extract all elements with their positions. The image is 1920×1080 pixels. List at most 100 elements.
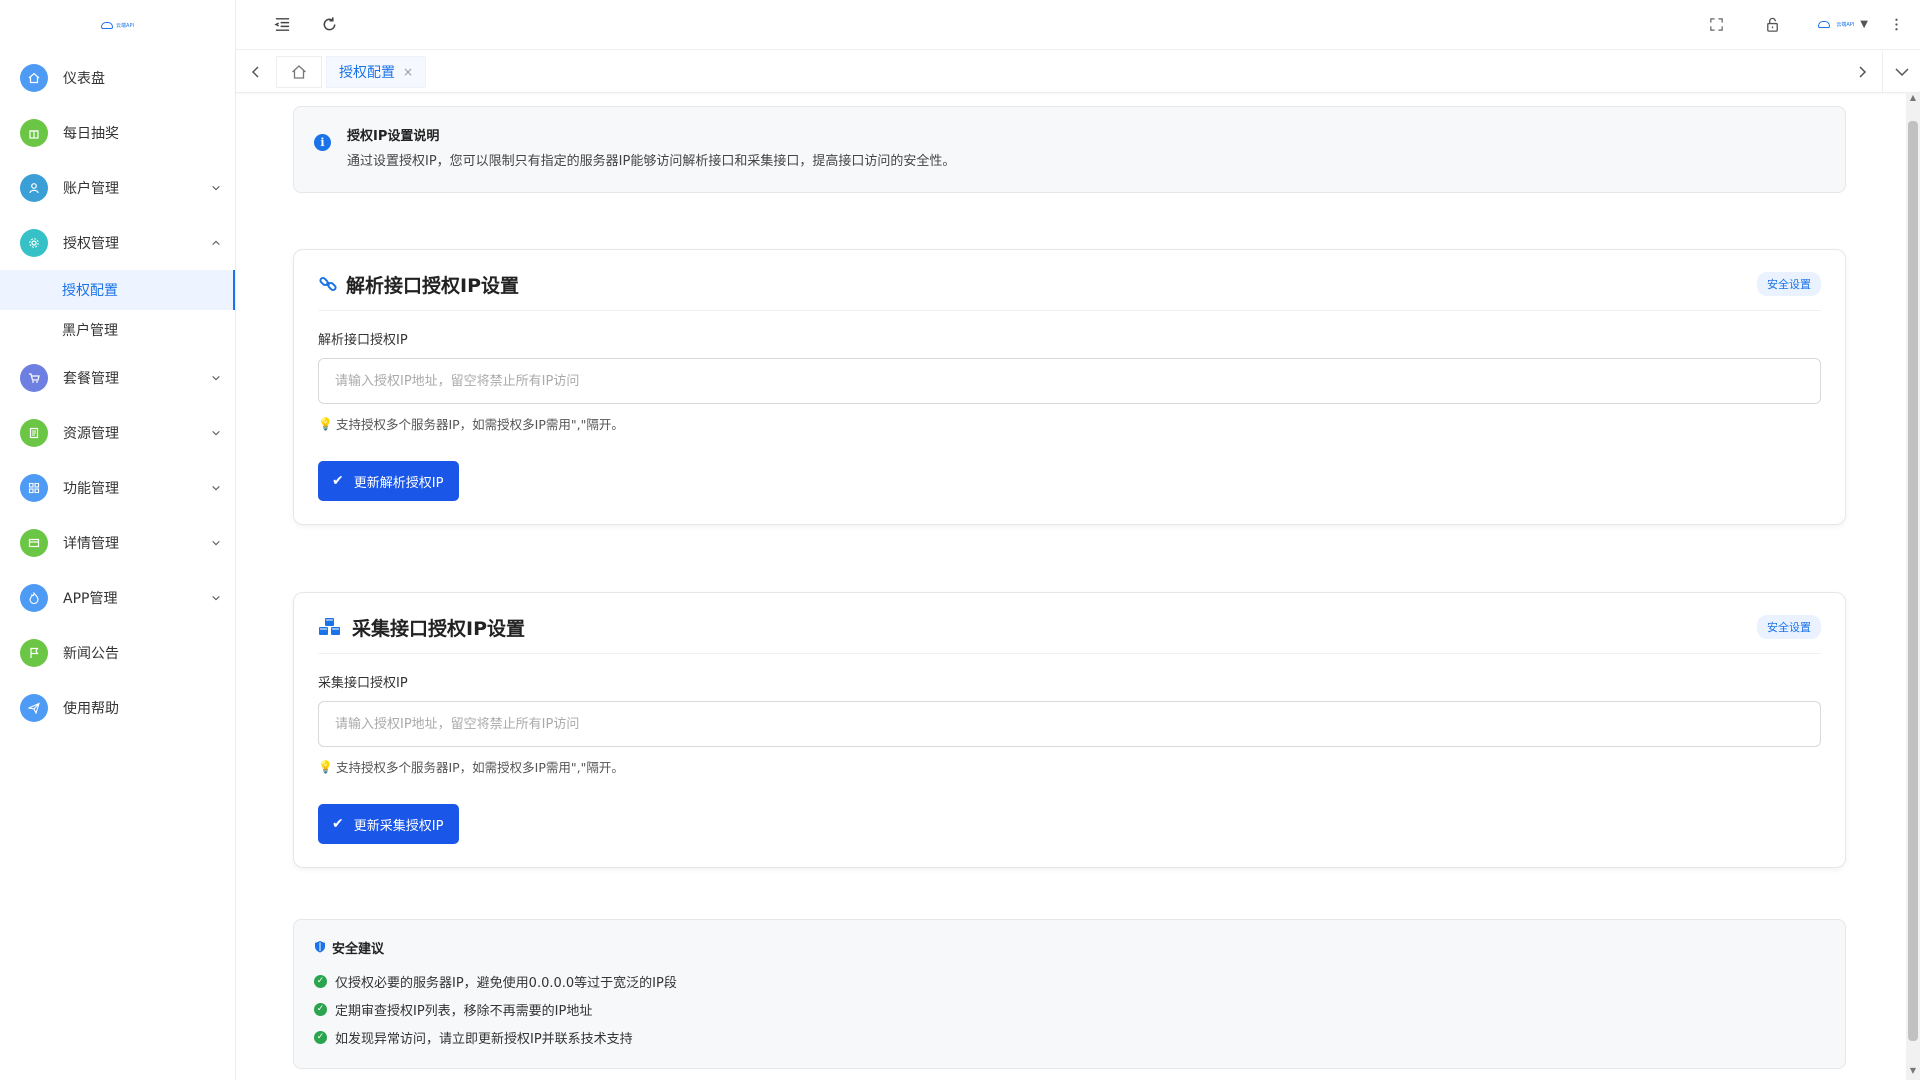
collect-ip-card: 采集接口授权IP设置 安全设置 采集接口授权IP 💡 支持授权多个服务器IP，如… bbox=[293, 592, 1846, 868]
scroll-down-arrow-icon[interactable]: ▼ bbox=[1906, 1066, 1920, 1080]
tip-text: 如发现异常访问，请立即更新授权IP并联系技术支持 bbox=[335, 1031, 633, 1047]
sidebar-item-label: 资源管理 bbox=[63, 425, 119, 442]
chevron-down-icon bbox=[211, 538, 221, 548]
tip-item: ✓ 如发现异常访问，请立即更新授权IP并联系技术支持 bbox=[314, 1023, 1825, 1051]
chevron-right-icon bbox=[1859, 65, 1867, 78]
tips-header: 安全建议 bbox=[314, 938, 1825, 957]
sidebar-item-news[interactable]: 新闻公告 bbox=[0, 625, 235, 680]
tabs-scroll-left-button[interactable] bbox=[236, 51, 276, 93]
chevron-down-icon bbox=[211, 373, 221, 383]
main-content: i 授权IP设置说明 通过设置授权IP，您可以限制只有指定的服务器IP能够访问解… bbox=[236, 93, 1906, 1080]
flag-icon bbox=[20, 638, 48, 667]
sidebar-item-authorization[interactable]: 授权管理 bbox=[0, 215, 235, 270]
sidebar-subitem-blacklist[interactable]: 黑户管理 bbox=[0, 310, 235, 350]
lock-screen-button[interactable] bbox=[1754, 7, 1790, 43]
more-button[interactable] bbox=[1878, 7, 1914, 43]
logo-text: 云端API bbox=[116, 22, 134, 29]
sidebar-item-help[interactable]: 使用帮助 bbox=[0, 680, 235, 735]
sidebar-item-label: 仪表盘 bbox=[63, 70, 105, 87]
gift-icon bbox=[20, 118, 48, 147]
tab-home[interactable] bbox=[276, 55, 322, 88]
home-icon bbox=[20, 63, 48, 92]
parse-ip-card: 解析接口授权IP设置 安全设置 解析接口授权IP 💡 支持授权多个服务器IP，如… bbox=[293, 249, 1846, 525]
notice-text: 通过设置授权IP，您可以限制只有指定的服务器IP能够访问解析接口和采集接口，提高… bbox=[347, 154, 956, 169]
card-header: 采集接口授权IP设置 安全设置 bbox=[318, 593, 1821, 654]
lock-icon bbox=[1766, 17, 1778, 32]
field-label: 采集接口授权IP bbox=[318, 676, 408, 691]
sidebar-item-detail[interactable]: 详情管理 bbox=[0, 515, 235, 570]
sidebar-item-daily-lottery[interactable]: 每日抽奖 bbox=[0, 105, 235, 160]
chevron-down-icon bbox=[211, 183, 221, 193]
cart-icon bbox=[20, 363, 48, 392]
button-label: 更新解析授权IP bbox=[353, 475, 444, 491]
field-label: 解析接口授权IP bbox=[318, 333, 408, 348]
home-icon bbox=[292, 64, 306, 79]
tab-auth-config[interactable]: 授权配置 × bbox=[326, 55, 427, 88]
link-icon bbox=[318, 274, 338, 294]
button-label: 更新采集授权IP bbox=[353, 818, 444, 834]
sidebar-item-app[interactable]: APP管理 bbox=[0, 570, 235, 625]
sidebar-item-dashboard[interactable]: 仪表盘 bbox=[0, 50, 235, 105]
authorization-submenu: 授权配置 黑户管理 bbox=[0, 270, 235, 350]
send-icon bbox=[20, 693, 48, 722]
user-menu[interactable]: 云端API ▼ bbox=[1818, 19, 1868, 30]
sidebar-item-label: APP管理 bbox=[63, 590, 118, 607]
security-badge: 安全设置 bbox=[1757, 272, 1821, 296]
sidebar-item-account[interactable]: 账户管理 bbox=[0, 160, 235, 215]
tips-title: 安全建议 bbox=[332, 942, 385, 957]
fire-icon bbox=[20, 583, 48, 612]
tabs-bar: 授权配置 × bbox=[236, 50, 1920, 93]
check-circle-icon: ✓ bbox=[314, 1030, 327, 1044]
tip-item: ✓ 定期审查授权IP列表，移除不再需要的IP地址 bbox=[314, 995, 1825, 1023]
hint-text: 支持授权多个服务器IP，如需授权多IP需用","隔开。 bbox=[335, 417, 624, 432]
logo[interactable]: 云端API bbox=[0, 0, 235, 50]
fullscreen-button[interactable] bbox=[1698, 7, 1734, 43]
sidebar-subitem-auth-config[interactable]: 授权配置 bbox=[0, 270, 235, 310]
user-icon bbox=[20, 173, 48, 202]
sidebar-item-label: 套餐管理 bbox=[63, 370, 119, 387]
parse-ip-input[interactable] bbox=[318, 358, 1821, 404]
tabs-scroll-right-button[interactable] bbox=[1842, 51, 1882, 93]
chevron-down-icon bbox=[1894, 67, 1909, 76]
cloud-icon bbox=[101, 21, 114, 29]
card-title: 解析接口授权IP设置 bbox=[346, 274, 519, 297]
chevron-down-icon bbox=[211, 428, 221, 438]
chevron-down-icon bbox=[211, 483, 221, 493]
fullscreen-icon bbox=[1710, 18, 1723, 31]
menu-collapse-button[interactable] bbox=[264, 7, 300, 43]
user-avatar-icon bbox=[1818, 21, 1831, 28]
sidebar-item-function[interactable]: 功能管理 bbox=[0, 460, 235, 515]
scrollbar-thumb[interactable] bbox=[1908, 121, 1918, 1041]
content-scrollbar[interactable]: ▲ ▼ bbox=[1906, 93, 1920, 1080]
security-tips: 安全建议 ✓ 仅授权必要的服务器IP，避免使用0.0.0.0等过于宽泛的IP段 … bbox=[293, 919, 1846, 1069]
hint: 💡 支持授权多个服务器IP，如需授权多IP需用","隔开。 bbox=[318, 414, 1821, 433]
collect-ip-input[interactable] bbox=[318, 701, 1821, 747]
sidebar-item-label: 使用帮助 bbox=[63, 700, 119, 717]
close-icon[interactable]: × bbox=[403, 65, 413, 79]
menu-fold-icon bbox=[273, 18, 289, 31]
topbar-left bbox=[264, 7, 347, 43]
update-parse-ip-button[interactable]: ✔ 更新解析授权IP bbox=[318, 461, 460, 501]
sidebar-item-label: 详情管理 bbox=[63, 535, 119, 552]
notice-title: 授权IP设置说明 bbox=[347, 129, 440, 144]
sidebar-item-resource[interactable]: 资源管理 bbox=[0, 405, 235, 460]
tip-text: 仅授权必要的服务器IP，避免使用0.0.0.0等过于宽泛的IP段 bbox=[335, 975, 677, 991]
refresh-icon bbox=[323, 17, 335, 31]
tabs-right bbox=[1842, 50, 1920, 93]
sidebar-item-label: 每日抽奖 bbox=[63, 125, 119, 142]
update-collect-ip-button[interactable]: ✔ 更新采集授权IP bbox=[318, 804, 460, 844]
scroll-up-arrow-icon[interactable]: ▲ bbox=[1906, 93, 1920, 107]
card-icon bbox=[20, 528, 48, 557]
caret-down-icon: ▼ bbox=[1860, 19, 1868, 30]
sidebar-item-package[interactable]: 套餐管理 bbox=[0, 350, 235, 405]
topbar-right: 云端API ▼ bbox=[1698, 7, 1914, 43]
sidebar-item-label: 授权管理 bbox=[63, 235, 119, 252]
info-icon: i bbox=[314, 134, 331, 151]
sidebar-menu-rest: 套餐管理 资源管理 功能管理 详情管理 APP管理 新闻公告 使用帮助 bbox=[0, 350, 235, 735]
check-circle-icon: ✓ bbox=[314, 974, 327, 988]
tabs-dropdown-button[interactable] bbox=[1882, 50, 1920, 93]
hint-text: 支持授权多个服务器IP，如需授权多IP需用","隔开。 bbox=[335, 760, 624, 775]
user-name: 云端API bbox=[1836, 22, 1855, 28]
logo-box: 云端API bbox=[101, 21, 134, 29]
refresh-button[interactable] bbox=[311, 7, 347, 43]
